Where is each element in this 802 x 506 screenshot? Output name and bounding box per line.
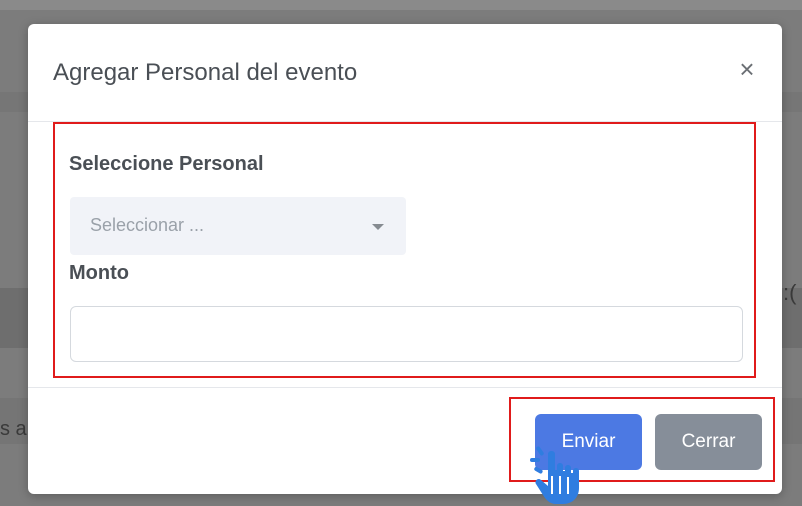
monto-input[interactable] [70,306,743,362]
add-staff-modal: Agregar Personal del evento × Seleccione… [28,24,782,494]
footer-divider [28,387,782,388]
send-button[interactable]: Enviar [535,414,642,470]
chevron-down-icon [372,224,384,230]
close-icon[interactable]: × [732,54,762,84]
personal-select-placeholder: Seleccionar ... [90,215,205,235]
modal-title: Agregar Personal del evento [53,59,358,86]
personal-select[interactable]: Seleccionar ... [70,197,406,255]
background-text-fragment: s a [0,418,27,440]
background-text-fragment: :( [783,280,797,305]
background-band [0,0,802,10]
monto-label: Monto [69,262,129,284]
modal-header: Agregar Personal del evento × [28,24,782,122]
personal-label: Seleccione Personal [69,153,264,175]
close-button[interactable]: Cerrar [655,414,762,470]
